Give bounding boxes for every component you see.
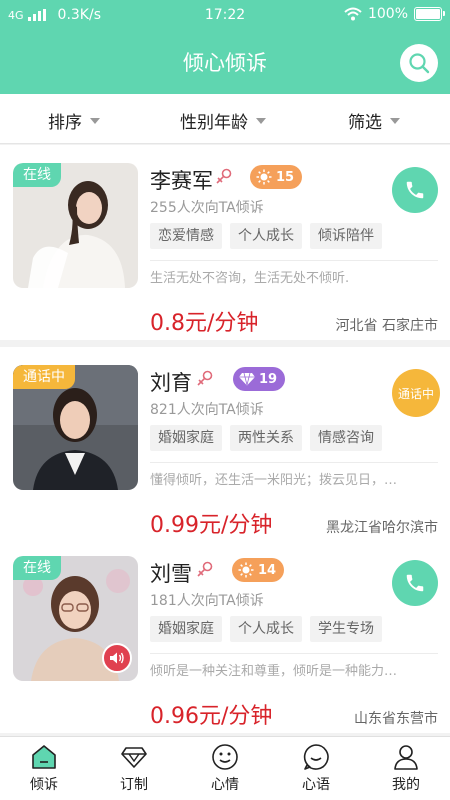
tab-mood[interactable]: 心情: [195, 743, 255, 794]
tag: 学生专场: [310, 616, 382, 642]
location: 黑龙江省哈尔滨市: [326, 520, 438, 536]
tag: 婚姻家庭: [150, 425, 222, 451]
caret-down-icon: [90, 117, 100, 124]
status-bar: 4G 0.3K/s 17:22 100%: [0, 0, 450, 30]
level-badge: 14: [232, 558, 285, 582]
filter-gender-age[interactable]: 性别年龄: [180, 108, 266, 133]
divider: [150, 653, 438, 654]
status-badge: 在线: [13, 163, 61, 187]
confide-count: 255人次向TA倾诉: [150, 200, 264, 216]
filter-screen[interactable]: 筛选: [348, 108, 400, 133]
divider: [150, 462, 438, 463]
filter-gender-age-label: 性别年龄: [180, 113, 248, 133]
tab-label: 倾诉: [30, 777, 58, 793]
listener-card[interactable]: 通话中 刘育 19 821人次向TA倾诉 婚姻家庭 两性关系 情感咨询 懂得倾听…: [0, 347, 450, 542]
tab-label: 我的: [392, 777, 420, 793]
call-button[interactable]: [392, 560, 438, 606]
level-badge: 15: [250, 165, 303, 189]
price: 0.96元/分钟: [150, 704, 273, 729]
wifi-icon: [344, 7, 362, 21]
location: 河北省 石家庄市: [335, 318, 438, 334]
page-title: 倾心倾诉: [183, 51, 267, 75]
intro-text: 懂得倾听，还生活一米阳光；拨云见日，…: [150, 473, 398, 488]
confide-count: 181人次向TA倾诉: [150, 593, 264, 609]
tag: 情感咨询: [310, 425, 382, 451]
filter-bar: 排序 性别年龄 筛选: [0, 94, 450, 144]
confide-count: 821人次向TA倾诉: [150, 402, 264, 418]
phone-icon: [406, 574, 424, 592]
tag: 两性关系: [230, 425, 302, 451]
user-icon: [394, 745, 418, 770]
bottom-tab-bar: 倾诉 订制 心情 心语 我的: [0, 736, 450, 800]
search-icon: [409, 53, 430, 74]
diamond-icon: [239, 372, 255, 386]
filter-sort[interactable]: 排序: [48, 108, 100, 133]
divider: [150, 260, 438, 261]
tab-label: 订制: [120, 777, 148, 793]
battery-percent: 100%: [367, 6, 408, 22]
tag: 恋爱情感: [150, 223, 222, 249]
diamond-icon: [121, 747, 147, 768]
level-value: 19: [259, 371, 278, 387]
caret-down-icon: [390, 117, 400, 124]
tab-custom[interactable]: 订制: [104, 743, 164, 794]
battery-icon: [414, 7, 445, 21]
app-header: 4G 0.3K/s 17:22 100% 倾心倾诉: [0, 0, 450, 94]
tag-list: 婚姻家庭 个人成长 学生专场: [150, 616, 382, 642]
tag: 婚姻家庭: [150, 616, 222, 642]
price: 0.8元/分钟: [150, 311, 259, 336]
tag-list: 恋爱情感 个人成长 倾诉陪伴: [150, 223, 382, 249]
listener-card[interactable]: 在线 李赛军 15 255人次向TA倾诉 恋爱情感 个人成长 倾诉陪伴 生活无处…: [0, 145, 450, 340]
listener-name: 李赛军: [150, 169, 213, 193]
avatar[interactable]: 在线: [13, 556, 138, 681]
call-button[interactable]: [392, 167, 438, 213]
tag-list: 婚姻家庭 两性关系 情感咨询: [150, 425, 382, 451]
in-call-indicator: 通话中: [392, 369, 440, 417]
status-badge: 通话中: [13, 365, 75, 389]
sun-icon: [238, 562, 254, 578]
home-icon: [32, 745, 56, 769]
phone-icon: [406, 181, 424, 199]
chat-smile-icon: [303, 744, 329, 770]
tab-mine[interactable]: 我的: [376, 743, 436, 794]
price: 0.99元/分钟: [150, 513, 273, 538]
female-icon: [197, 370, 213, 386]
filter-sort-label: 排序: [48, 113, 82, 133]
tag: 倾诉陪伴: [310, 223, 382, 249]
voice-intro-button[interactable]: [102, 643, 132, 673]
tag: 个人成长: [230, 616, 302, 642]
smile-icon: [212, 744, 238, 770]
tab-label: 心语: [302, 777, 330, 793]
avatar[interactable]: 通话中: [13, 365, 138, 490]
avatar[interactable]: 在线: [13, 163, 138, 288]
sun-icon: [256, 169, 272, 185]
level-value: 14: [258, 562, 277, 578]
intro-text: 倾听是一种关注和尊重，倾听是一种能力…: [150, 664, 398, 679]
level-badge: 19: [233, 367, 286, 391]
speaker-icon: [110, 652, 124, 664]
tab-heart-words[interactable]: 心语: [286, 743, 346, 794]
level-value: 15: [276, 169, 295, 185]
status-badge: 在线: [13, 556, 61, 580]
tag: 个人成长: [230, 223, 302, 249]
listener-name: 刘育: [150, 371, 192, 395]
location: 山东省东营市: [354, 711, 438, 727]
caret-down-icon: [256, 117, 266, 124]
filter-screen-label: 筛选: [348, 113, 382, 133]
intro-text: 生活无处不咨询，生活无处不倾听.: [150, 271, 350, 286]
listener-name: 刘雪: [150, 562, 192, 586]
female-icon: [197, 561, 213, 577]
tab-confide[interactable]: 倾诉: [14, 743, 74, 794]
search-button[interactable]: [400, 44, 438, 82]
listener-card[interactable]: 在线 刘雪 14 181人次向TA倾诉 婚姻家庭 个人成长 学生专场 倾听是一种…: [0, 538, 450, 733]
tab-label: 心情: [211, 777, 239, 793]
female-icon: [216, 168, 232, 184]
